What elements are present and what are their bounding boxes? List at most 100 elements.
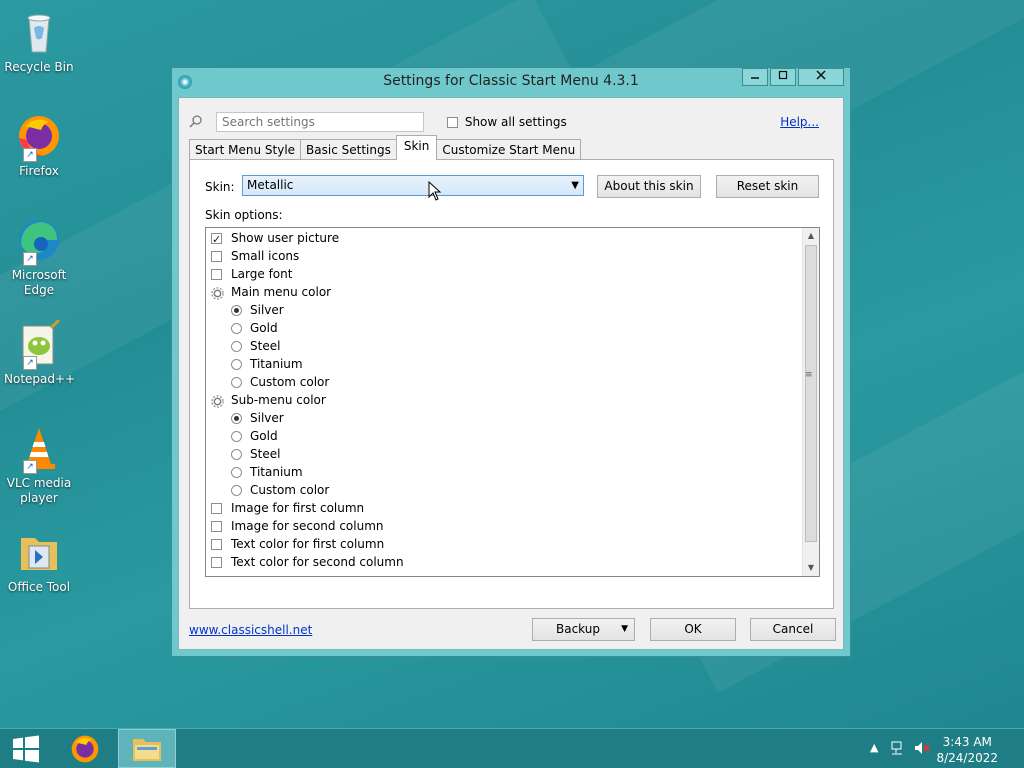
backup-label: Backup [556,622,600,636]
search-input[interactable] [216,112,424,132]
group-settings-icon [211,287,224,300]
option-checkbox[interactable] [211,251,222,262]
desktop-icon-label: Microsoft Edge [11,268,67,297]
option-checkbox[interactable] [211,557,222,568]
option-radio[interactable] [231,449,242,460]
taskbar-firefox[interactable] [63,729,107,768]
desktop-icon-label: Recycle Bin [4,60,74,74]
option-label: Large font [231,267,293,281]
taskbar-classic-shell-settings[interactable] [118,729,176,768]
settings-dialog: Settings for Classic Start Menu 4.3.1 Se… [171,67,851,657]
clock-time: 3:43 AM [942,735,992,749]
start-button[interactable] [6,729,46,768]
option-label: Custom color [250,483,330,497]
option-radio[interactable] [231,323,242,334]
dropdown-arrow-icon: ▼ [571,180,579,191]
desktop-icon-label: Firefox [19,164,59,178]
option-label: Small icons [231,249,300,263]
show-all-checkbox[interactable] [447,117,458,128]
volume-muted-icon[interactable] [913,740,931,759]
desktop-icon-vlc[interactable]: ↗ VLC media player [4,424,74,506]
shortcut-arrow-icon: ↗ [23,148,37,162]
maximize-icon [778,70,788,80]
desktop-icon-recycle-bin[interactable]: Recycle Bin [4,8,74,75]
notepadpp-icon: ↗ [15,318,63,370]
help-link[interactable]: Help... [780,115,819,129]
option-label: Silver [250,303,284,317]
option-label: Gold [250,429,278,443]
firefox-icon [71,735,99,763]
title-bar[interactable]: Settings for Classic Start Menu 4.3.1 [172,68,850,96]
desktop-icon-notepadpp[interactable]: ↗ Notepad++ [4,318,76,387]
option-label: Titanium [250,357,303,371]
skin-label: Skin: [205,180,235,194]
tab-skin[interactable]: Skin [395,135,438,160]
option-radio[interactable] [231,431,242,442]
scroll-down-icon[interactable]: ▼ [803,560,819,576]
desktop-icon-label: VLC media player [6,476,72,505]
desktop-icon-label: Notepad++ [4,372,76,386]
desktop-icon-office-tool[interactable]: Office Tool [4,528,74,595]
option-radio[interactable] [231,341,242,352]
skin-options-label: Skin options: [205,208,283,222]
scroll-thumb[interactable] [805,245,817,542]
option-radio[interactable] [231,413,242,424]
option-label: Custom color [250,375,330,389]
taskbar-clock[interactable]: 3:43 AM 8/24/2022 [936,734,998,766]
scroll-up-icon[interactable]: ▲ [803,228,819,244]
desktop-icon-firefox[interactable]: ↗ Firefox [4,112,74,179]
option-checkbox[interactable] [211,503,222,514]
option-label: Steel [250,339,281,353]
option-label: Titanium [250,465,303,479]
scroll-grip-icon: ≡ [805,370,813,380]
network-icon[interactable] [890,740,906,759]
website-link[interactable]: www.classicshell.net [189,623,312,637]
option-checkbox[interactable] [211,521,222,532]
ok-button[interactable]: OK [650,618,736,641]
maximize-button[interactable] [770,68,796,86]
clock-date: 8/24/2022 [936,751,998,765]
option-radio[interactable] [231,467,242,478]
close-button[interactable] [798,68,844,86]
minimize-icon [751,77,759,79]
option-checkbox[interactable] [211,231,222,249]
recycle-bin-icon [15,8,63,56]
close-icon [816,70,826,80]
option-label: Steel [250,447,281,461]
office-tool-folder-icon [15,528,63,576]
desktop-icon-label: Office Tool [7,580,71,594]
option-checkbox[interactable] [211,269,222,280]
show-all-settings[interactable]: Show all settings [447,115,567,129]
option-label: Text color for second column [231,555,404,569]
tab-strip: Start Menu Style Basic Settings Skin Cus… [189,135,582,160]
dialog-client: Show all settings Help... Start Menu Sty… [178,97,844,650]
tab-customize-start-menu[interactable]: Customize Start Menu [436,139,582,160]
options-scrollbar[interactable]: ▲ ≡ ▼ [802,228,819,576]
option-radio[interactable] [231,377,242,388]
option-label: Image for second column [231,519,384,533]
vlc-icon: ↗ [15,424,63,474]
tab-basic-settings[interactable]: Basic Settings [300,139,397,160]
tab-start-menu-style[interactable]: Start Menu Style [189,139,302,160]
shortcut-arrow-icon: ↗ [23,356,37,370]
option-radio[interactable] [231,485,242,496]
reset-skin-button[interactable]: Reset skin [716,175,819,198]
taskbar: ▲ 3:43 AM 8/24/2022 [0,728,1024,768]
option-radio[interactable] [231,359,242,370]
shortcut-arrow-icon: ↗ [23,252,37,266]
dropdown-arrow-icon: ▼ [621,624,628,634]
cancel-button[interactable]: Cancel [750,618,836,641]
show-all-label: Show all settings [464,115,567,129]
skin-select-value: Metallic [247,178,294,192]
option-radio[interactable] [231,305,242,316]
skin-options-list: Show user picture Small icons Large font Ma… [205,227,820,577]
show-hidden-icons-icon[interactable]: ▲ [870,741,878,754]
windows-logo-icon [13,735,39,763]
minimize-button[interactable] [742,68,768,86]
skin-select[interactable]: Metallic ▼ [242,175,584,196]
backup-button[interactable]: Backup ▼ [532,618,635,641]
edge-icon: ↗ [15,216,63,266]
option-checkbox[interactable] [211,539,222,550]
about-skin-button[interactable]: About this skin [597,175,701,198]
desktop-icon-edge[interactable]: ↗ Microsoft Edge [4,216,74,298]
